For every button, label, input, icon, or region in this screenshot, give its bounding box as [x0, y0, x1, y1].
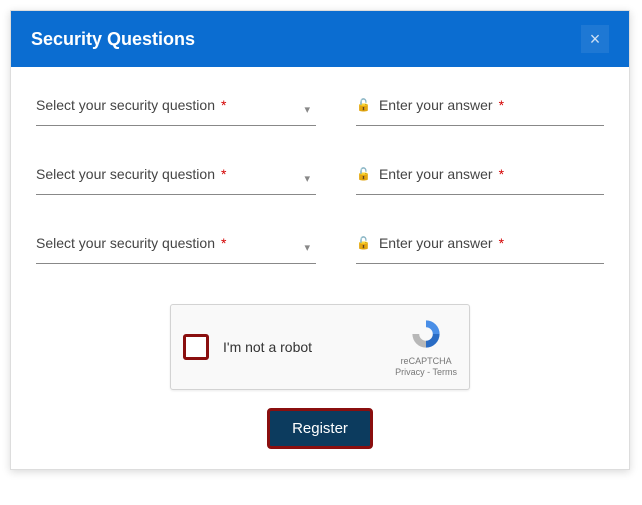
answer-input-3[interactable]: 🔓 Enter your answer *	[356, 235, 604, 264]
chevron-down-icon: ▾	[304, 241, 310, 254]
modal-header: Security Questions ×	[11, 11, 629, 67]
chevron-down-icon: ▾	[304, 103, 310, 116]
question-row-2: Select your security question * ▾ 🔓 Ente…	[36, 166, 604, 195]
security-question-select-1[interactable]: Select your security question * ▾	[36, 97, 316, 126]
unlock-icon: 🔓	[356, 236, 371, 250]
security-questions-modal: Security Questions × Select your securit…	[10, 10, 630, 470]
recaptcha-checkbox[interactable]	[183, 334, 209, 360]
required-mark: *	[221, 97, 226, 113]
question-row-3: Select your security question * ▾ 🔓 Ente…	[36, 235, 604, 264]
security-question-select-2[interactable]: Select your security question * ▾	[36, 166, 316, 195]
answer-input-1[interactable]: 🔓 Enter your answer *	[356, 97, 604, 126]
question-label-text: Select your security question	[36, 235, 215, 251]
recaptcha-icon	[409, 317, 443, 351]
required-mark: *	[499, 97, 504, 113]
question-label: Select your security question *	[36, 235, 316, 251]
recaptcha-brand: reCAPTCHA Privacy - Terms	[395, 317, 457, 377]
unlock-icon: 🔓	[356, 167, 371, 181]
captcha-container: I'm not a robot reCAPTCHA Privacy - Term…	[36, 304, 604, 390]
required-mark: *	[499, 166, 504, 182]
recaptcha-label: I'm not a robot	[223, 339, 395, 355]
question-label-text: Select your security question	[36, 97, 215, 113]
required-mark: *	[499, 235, 504, 251]
modal-title: Security Questions	[31, 29, 195, 50]
required-mark: *	[221, 235, 226, 251]
modal-body: Select your security question * ▾ 🔓 Ente…	[11, 67, 629, 469]
answer-label: 🔓 Enter your answer *	[356, 166, 604, 182]
question-label-text: Select your security question	[36, 166, 215, 182]
question-label: Select your security question *	[36, 166, 316, 182]
recaptcha-brand-text: reCAPTCHA	[395, 356, 457, 367]
recaptcha-widget: I'm not a robot reCAPTCHA Privacy - Term…	[170, 304, 470, 390]
button-row: Register	[36, 408, 604, 449]
answer-label-text: Enter your answer	[379, 166, 493, 182]
answer-label-text: Enter your answer	[379, 235, 493, 251]
unlock-icon: 🔓	[356, 98, 371, 112]
answer-label: 🔓 Enter your answer *	[356, 235, 604, 251]
answer-label: 🔓 Enter your answer *	[356, 97, 604, 113]
required-mark: *	[221, 166, 226, 182]
answer-label-text: Enter your answer	[379, 97, 493, 113]
close-icon: ×	[590, 29, 601, 50]
question-label: Select your security question *	[36, 97, 316, 113]
chevron-down-icon: ▾	[304, 172, 310, 185]
answer-input-2[interactable]: 🔓 Enter your answer *	[356, 166, 604, 195]
security-question-select-3[interactable]: Select your security question * ▾	[36, 235, 316, 264]
recaptcha-links[interactable]: Privacy - Terms	[395, 367, 457, 378]
register-button[interactable]: Register	[267, 408, 373, 449]
close-button[interactable]: ×	[581, 25, 609, 53]
question-row-1: Select your security question * ▾ 🔓 Ente…	[36, 97, 604, 126]
